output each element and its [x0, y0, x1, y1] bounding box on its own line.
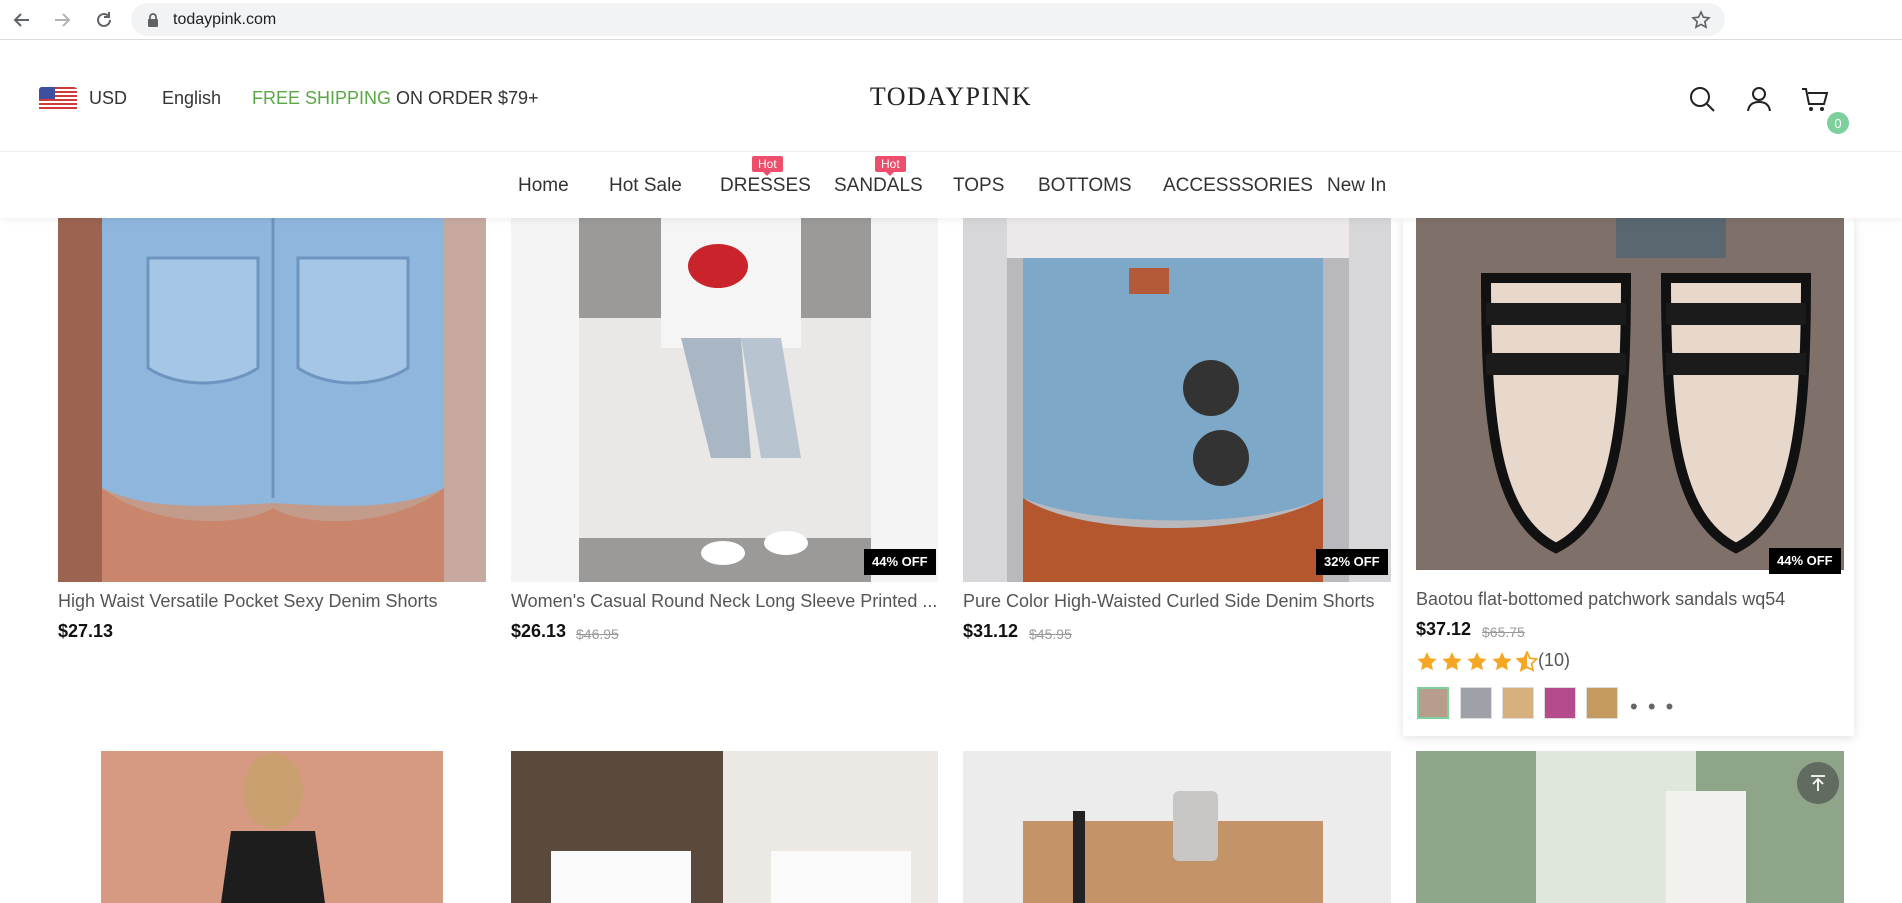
forward-arrow-icon[interactable]	[50, 8, 74, 32]
search-icon[interactable]	[1687, 84, 1717, 114]
star-half-icon	[1516, 651, 1538, 672]
shipping-threshold-text: ON ORDER $79+	[391, 88, 539, 108]
discount-badge: 44% OFF	[1769, 548, 1841, 574]
product-price: $37.12	[1416, 619, 1472, 639]
us-flag-icon[interactable]	[39, 87, 77, 111]
nav-bottoms[interactable]: BOTTOMS	[1038, 175, 1132, 197]
nav-sandals[interactable]: SANDALS	[834, 175, 923, 197]
star-full-icon	[1442, 652, 1462, 671]
product-price: $31.12	[963, 621, 1019, 641]
product-image-white-slip[interactable]	[1416, 751, 1844, 903]
product-title[interactable]: Baotou flat-bottomed patchwork sandals w…	[1416, 589, 1844, 610]
product-title[interactable]: Women's Casual Round Neck Long Sleeve Pr…	[511, 591, 938, 612]
nav-home[interactable]: Home	[518, 175, 569, 197]
arrow-up-icon	[1811, 775, 1825, 791]
browser-toolbar: todaypink.com	[0, 0, 1902, 40]
color-swatch[interactable]	[1502, 687, 1534, 719]
bookmark-star-icon[interactable]	[1691, 10, 1711, 35]
product-image-tan-sweatshirt[interactable]	[963, 751, 1391, 903]
hot-tag-dresses: Hot	[752, 156, 783, 176]
color-swatch[interactable]	[1417, 687, 1449, 719]
product-title[interactable]: Pure Color High-Waisted Curled Side Deni…	[963, 591, 1391, 612]
more-swatches-button[interactable]: • • •	[1630, 694, 1675, 720]
main-navigation: Home Hot Sale DRESSES Hot SANDALS Hot TO…	[0, 153, 1902, 218]
star-full-icon	[1467, 652, 1487, 671]
discount-badge: 44% OFF	[864, 549, 936, 575]
shipping-banner: FREE SHIPPING ON ORDER $79+	[252, 88, 539, 109]
product-title[interactable]: High Waist Versatile Pocket Sexy Denim S…	[58, 591, 458, 612]
color-swatch[interactable]	[1460, 687, 1492, 719]
star-full-icon	[1417, 652, 1437, 671]
product-price: $26.13	[511, 621, 567, 641]
color-swatch[interactable]	[1586, 687, 1618, 719]
review-count[interactable]: (10)	[1538, 650, 1570, 671]
product-image-black-dress[interactable]	[101, 751, 443, 903]
cart-count-badge: 0	[1827, 112, 1849, 134]
product-original-price: $46.95	[576, 626, 619, 642]
currency-selector[interactable]: USD	[89, 88, 127, 109]
product-image-curled-denim-shorts[interactable]	[963, 218, 1391, 582]
reload-icon[interactable]	[92, 8, 116, 32]
nav-tops[interactable]: TOPS	[953, 175, 1004, 197]
hot-tag-sandals: Hot	[875, 156, 906, 176]
shopping-cart-icon[interactable]	[1800, 84, 1830, 114]
language-selector[interactable]: English	[162, 88, 221, 109]
product-image-denim-shorts[interactable]	[58, 218, 486, 582]
back-to-top-button[interactable]	[1797, 762, 1839, 804]
nav-accessories[interactable]: ACCESSSORIES	[1163, 175, 1313, 197]
nav-hot-sale[interactable]: Hot Sale	[609, 175, 682, 197]
url-text: todaypink.com	[173, 10, 277, 28]
free-shipping-text: FREE SHIPPING	[252, 88, 392, 108]
star-full-icon	[1492, 652, 1512, 671]
lock-icon	[147, 13, 159, 32]
site-logo[interactable]: TODAYPINK	[870, 82, 1032, 111]
discount-badge: 32% OFF	[1316, 549, 1388, 575]
color-swatch[interactable]	[1544, 687, 1576, 719]
rating-stars	[1416, 651, 1538, 673]
product-image-white-top[interactable]	[511, 751, 938, 903]
nav-dresses[interactable]: DRESSES	[720, 175, 811, 197]
nav-new-in[interactable]: New In	[1327, 175, 1386, 197]
product-original-price: $65.75	[1482, 624, 1525, 640]
product-image-printed-sweater[interactable]	[511, 218, 938, 582]
product-price: $27.13	[58, 621, 114, 641]
user-account-icon[interactable]	[1744, 84, 1774, 114]
address-bar[interactable]: todaypink.com	[131, 3, 1725, 36]
product-original-price: $45.95	[1029, 626, 1072, 642]
product-image-sandals[interactable]	[1416, 218, 1844, 570]
site-header: USD English FREE SHIPPING ON ORDER $79+ …	[0, 40, 1902, 152]
back-arrow-icon[interactable]	[10, 8, 34, 32]
